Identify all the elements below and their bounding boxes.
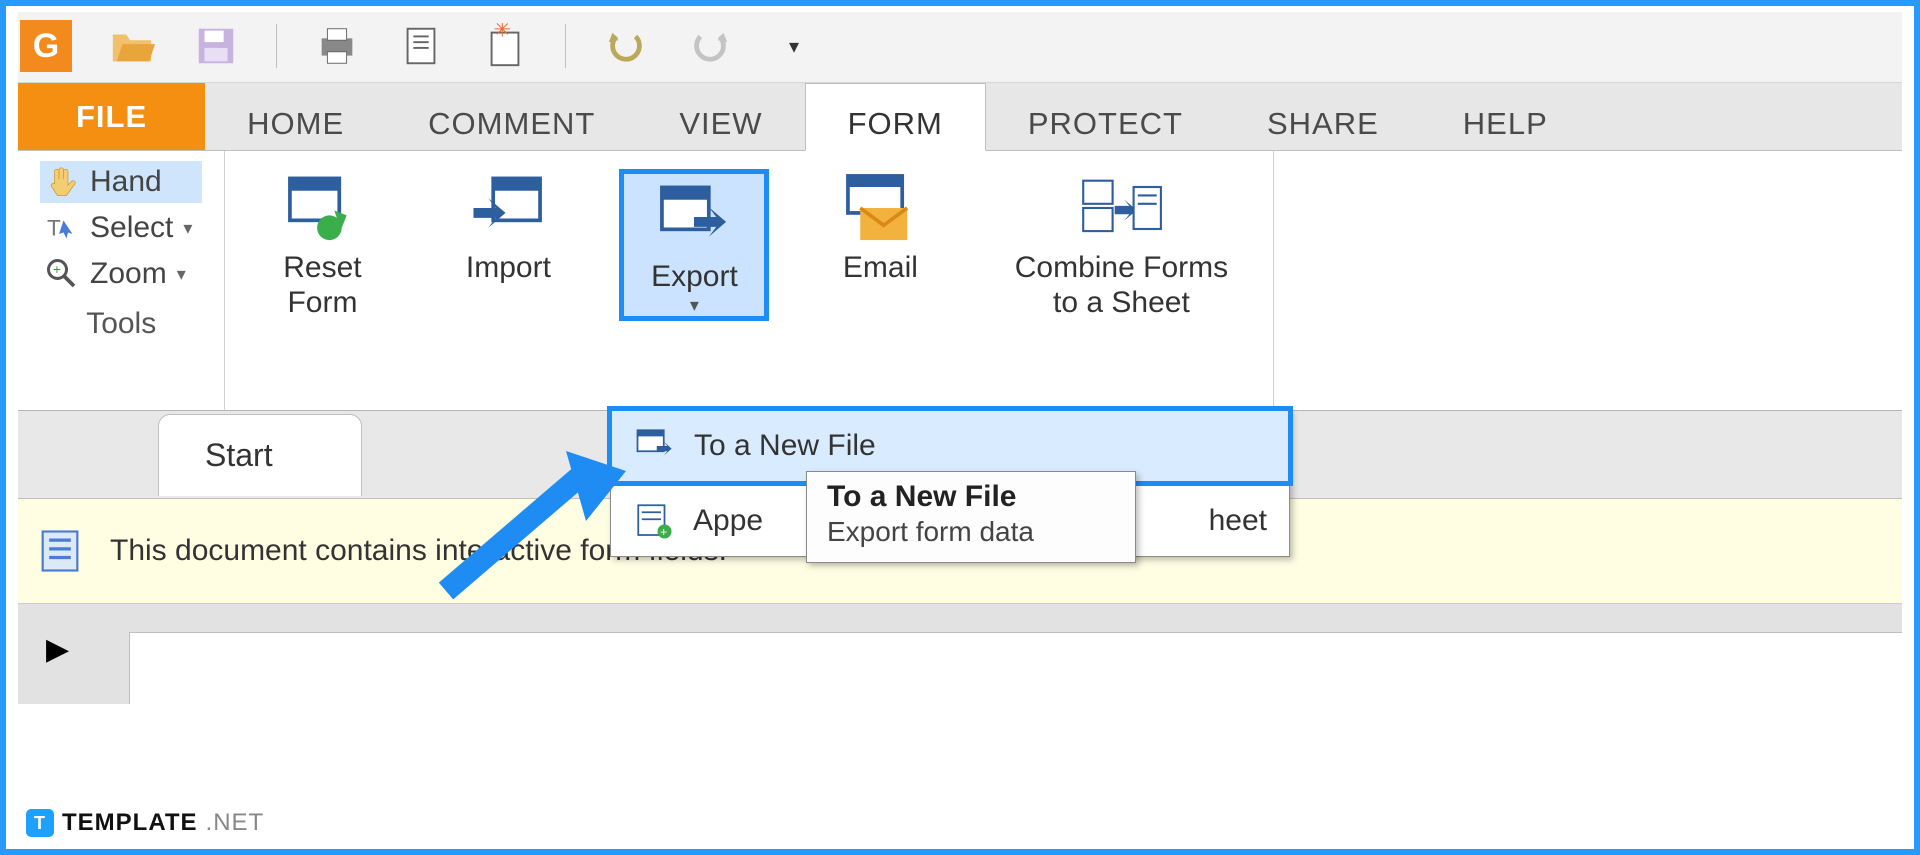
dropdown-caret-icon: ▾ <box>177 264 186 285</box>
select-tool-label: Select <box>90 211 173 245</box>
combine-forms-button[interactable]: Combine Forms to a Sheet <box>991 169 1251 321</box>
import-icon <box>466 169 550 247</box>
email-icon <box>838 169 922 247</box>
quick-access-toolbar: G ✳ ▾ <box>18 12 1902 83</box>
reset-form-label: Reset Form <box>283 251 361 320</box>
document-page[interactable] <box>129 632 1902 704</box>
select-tool-button[interactable]: T Select ▾ <box>40 207 202 249</box>
save-icon[interactable] <box>192 22 240 70</box>
undo-icon[interactable] <box>602 22 650 70</box>
hand-icon <box>44 164 80 200</box>
svg-text:T: T <box>47 216 61 241</box>
email-button[interactable]: Email <box>805 169 955 321</box>
export-label: Export <box>651 260 738 295</box>
tools-group-label: Tools <box>40 307 202 341</box>
watermark: T TEMPLATE .NET <box>26 809 264 837</box>
tab-file[interactable]: FILE <box>18 83 205 150</box>
import-button[interactable]: Import <box>433 169 583 321</box>
import-label: Import <box>466 251 551 286</box>
select-text-icon: T <box>44 210 80 246</box>
redo-icon[interactable] <box>686 22 734 70</box>
zoom-icon: + <box>44 256 80 292</box>
qat-divider <box>276 24 277 68</box>
tab-share[interactable]: SHARE <box>1225 83 1421 150</box>
page-area: ▶ <box>18 604 1902 704</box>
tab-help[interactable]: HELP <box>1421 83 1590 150</box>
svg-text:+: + <box>53 262 61 277</box>
cursor-icon: ▶ <box>46 632 69 704</box>
export-to-new-file-label: To a New File <box>694 429 876 463</box>
email-label: Email <box>843 251 918 286</box>
new-page-icon[interactable]: ✳ <box>481 22 529 70</box>
reset-form-button[interactable]: Reset Form <box>247 169 397 321</box>
app-logo-icon: G <box>20 20 72 72</box>
open-icon[interactable] <box>108 22 156 70</box>
reset-form-icon <box>280 169 364 247</box>
hand-tool-button[interactable]: Hand <box>40 161 202 203</box>
tab-comment[interactable]: COMMENT <box>386 83 637 150</box>
dropdown-caret-icon: ▾ <box>183 218 192 239</box>
form-document-icon <box>34 525 86 577</box>
document-tab-start[interactable]: Start <box>158 414 362 496</box>
export-append-label-prefix: Appe <box>693 504 763 538</box>
combine-forms-label: Combine Forms to a Sheet <box>1015 251 1228 320</box>
export-icon <box>652 178 736 256</box>
qat-dropdown-icon[interactable]: ▾ <box>770 22 818 70</box>
tooltip: To a New File Export form data <box>806 471 1136 563</box>
app-window: G ✳ ▾ FILE HOME COMMENT VIEW FORM <box>0 0 1920 855</box>
tab-view[interactable]: VIEW <box>637 83 804 150</box>
combine-forms-icon <box>1079 169 1163 247</box>
append-sheet-icon: + <box>633 500 675 542</box>
watermark-icon: T <box>26 809 54 837</box>
tooltip-title: To a New File <box>827 480 1115 514</box>
zoom-tool-label: Zoom <box>90 257 167 291</box>
zoom-tool-button[interactable]: + Zoom ▾ <box>40 253 202 295</box>
svg-text:✳: ✳ <box>494 23 512 41</box>
dropdown-caret-icon: ▾ <box>690 295 699 316</box>
page-icon[interactable] <box>397 22 445 70</box>
export-button[interactable]: Export ▾ <box>619 169 769 321</box>
tooltip-body: Export form data <box>827 516 1115 548</box>
export-append-label-suffix: heet <box>1209 504 1267 538</box>
watermark-brand: TEMPLATE <box>62 809 198 837</box>
svg-text:+: + <box>660 525 667 539</box>
print-icon[interactable] <box>313 22 361 70</box>
tools-group: Hand T Select ▾ + Zoom ▾ Tools <box>18 151 225 410</box>
qat-divider-2 <box>565 24 566 68</box>
hand-tool-label: Hand <box>90 165 162 199</box>
ribbon-tabs: FILE HOME COMMENT VIEW FORM PROTECT SHAR… <box>18 83 1902 151</box>
ribbon-body: Hand T Select ▾ + Zoom ▾ Tools Res <box>18 151 1902 411</box>
watermark-ext: .NET <box>206 809 265 837</box>
tab-form[interactable]: FORM <box>805 83 986 151</box>
export-file-icon <box>634 425 676 467</box>
form-data-group: Reset Form Import Export ▾ <box>225 151 1274 410</box>
tab-home[interactable]: HOME <box>205 83 386 150</box>
tab-protect[interactable]: PROTECT <box>986 83 1225 150</box>
